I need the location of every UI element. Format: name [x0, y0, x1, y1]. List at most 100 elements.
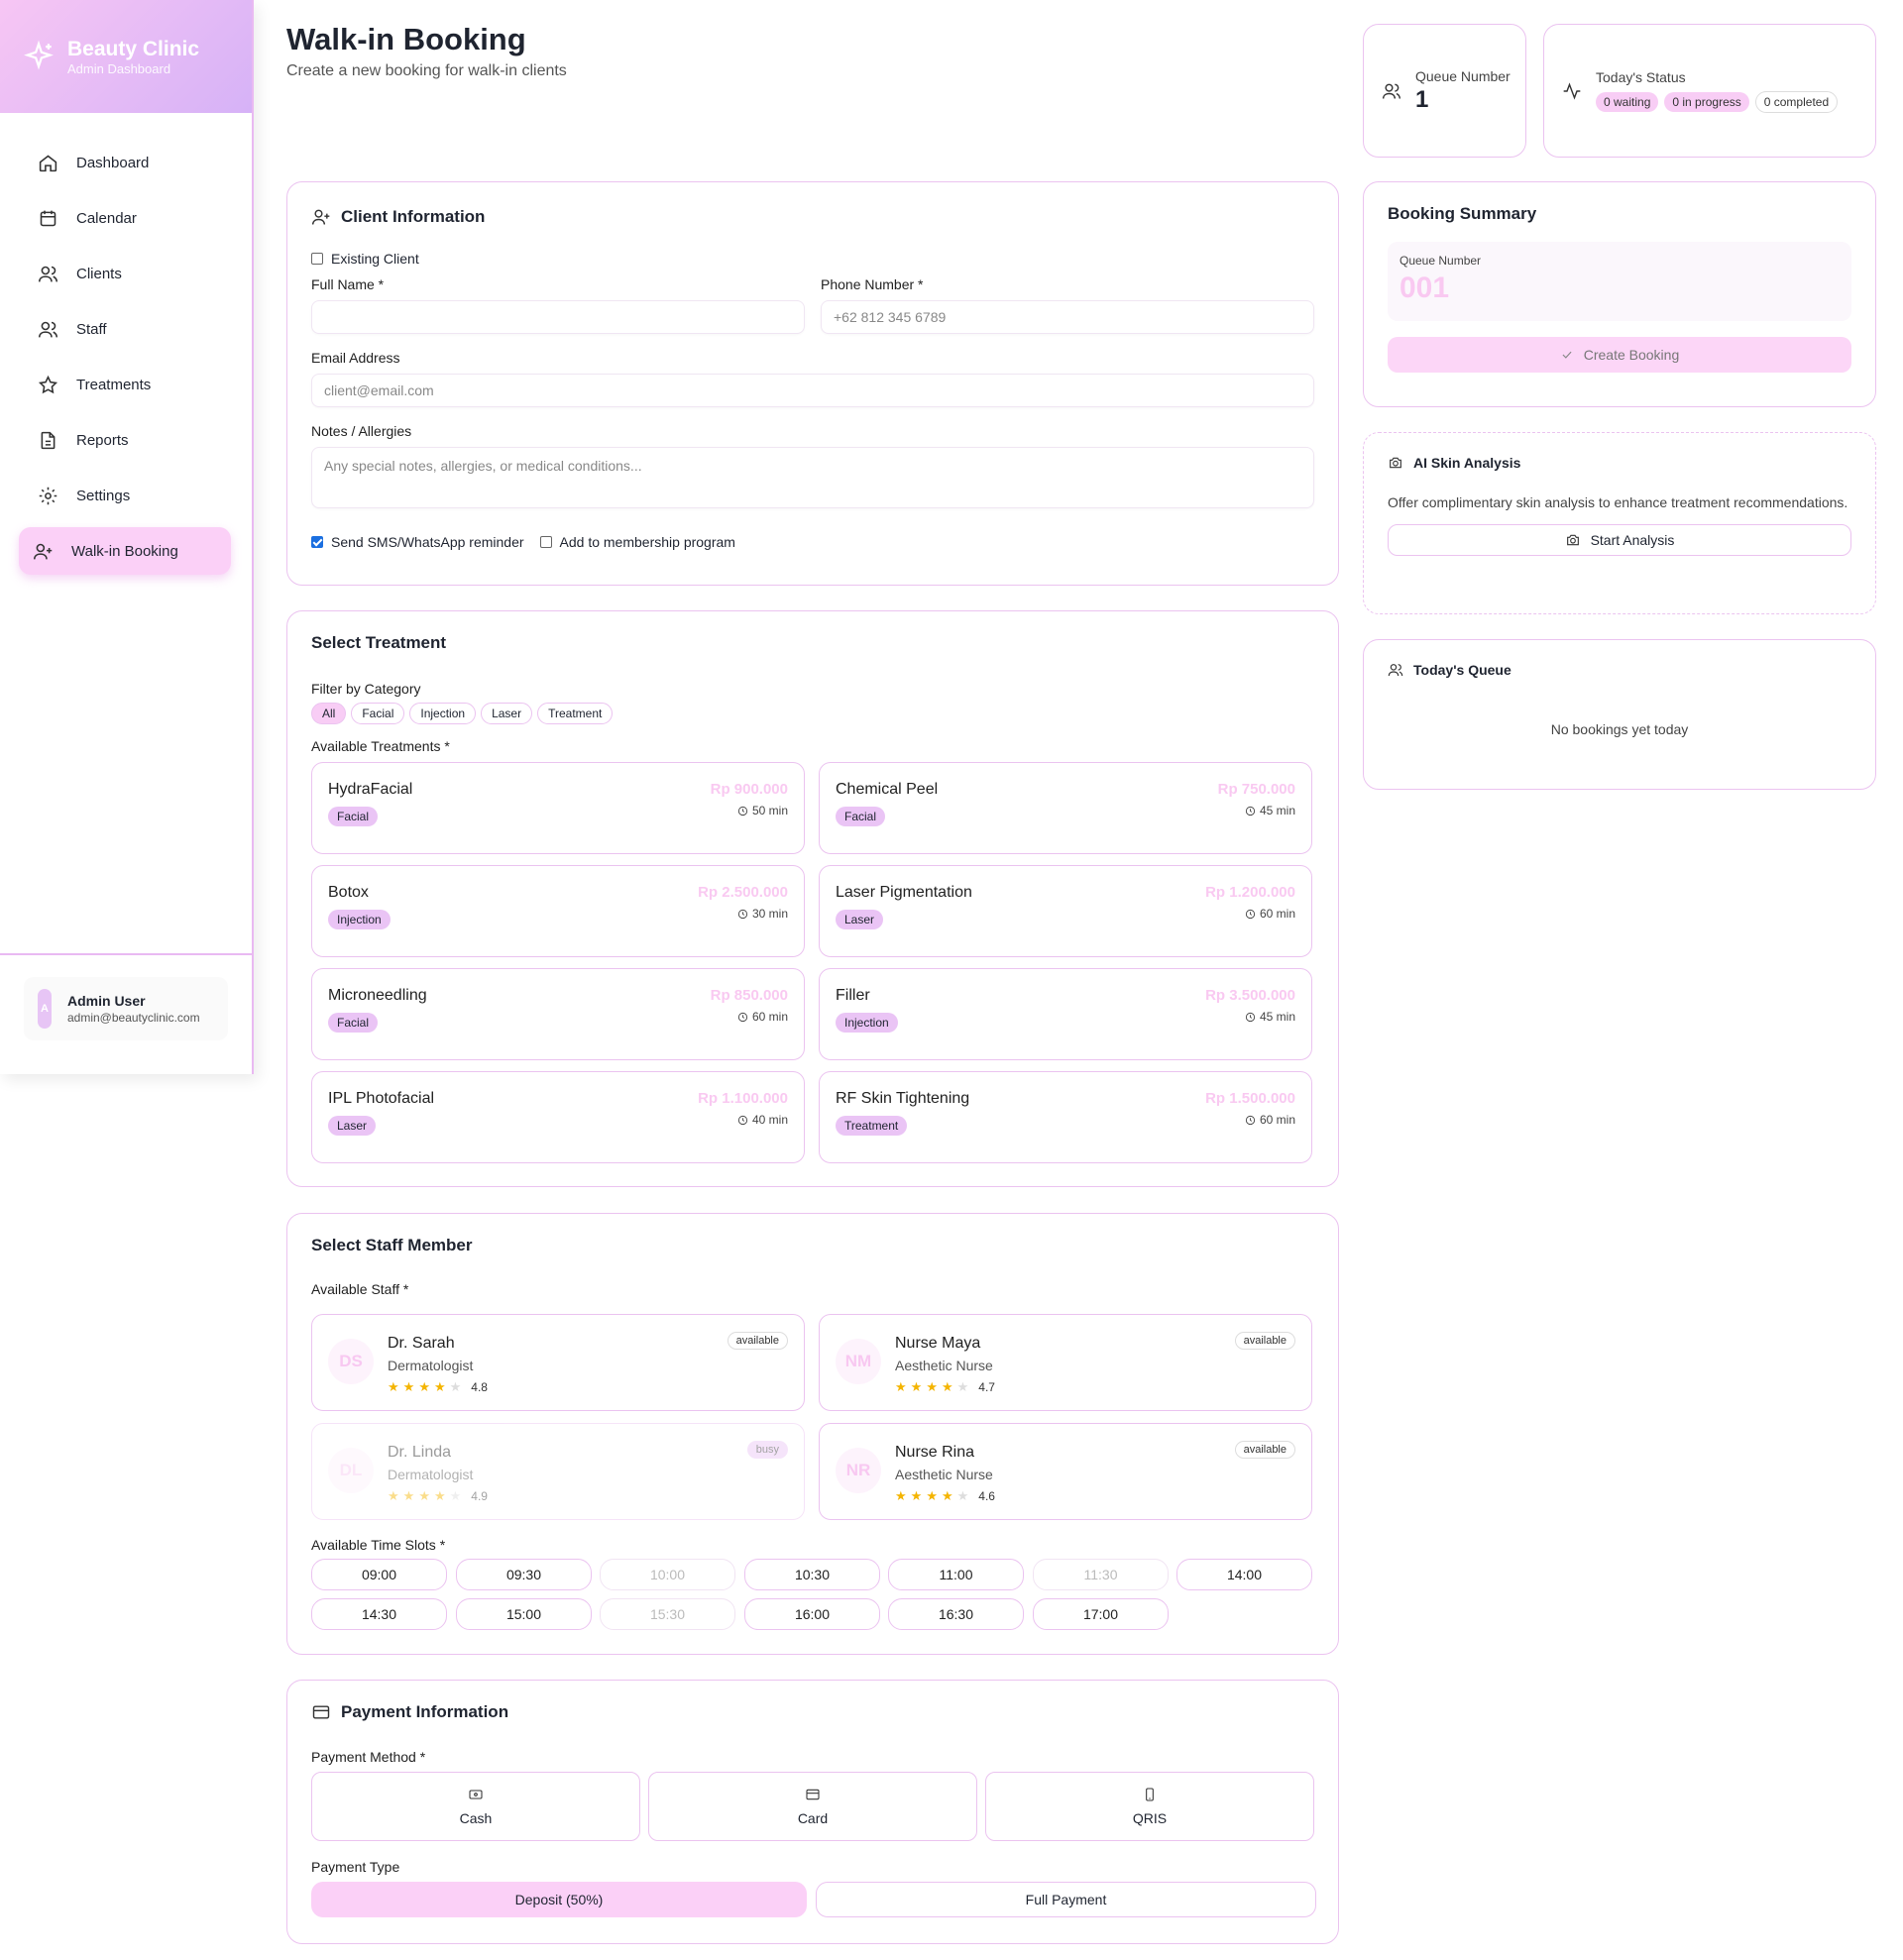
phone-icon — [1146, 1788, 1154, 1801]
queue-number-label: Queue Number — [1415, 67, 1511, 84]
today-status-label: Today's Status — [1596, 68, 1686, 85]
time-slot[interactable]: 09:30 — [456, 1559, 592, 1590]
sidebar-item-calendar[interactable]: Calendar — [20, 194, 232, 242]
activity-icon — [1563, 81, 1581, 100]
filter-chip-facial[interactable]: Facial — [351, 703, 405, 724]
filter-chip-treatment[interactable]: Treatment — [537, 703, 614, 724]
treatment-card[interactable]: RF Skin Tightening Treatment Rp 1.500.00… — [819, 1071, 1312, 1163]
status-badge: busy — [746, 1441, 788, 1459]
payment-method-qris[interactable]: QRIS — [985, 1772, 1314, 1841]
filter-chip-all[interactable]: All — [311, 703, 347, 724]
treatment-duration: 50 min — [737, 804, 788, 817]
sidebar-item-dashboard[interactable]: Dashboard — [20, 139, 232, 186]
start-analysis-button[interactable]: Start Analysis — [1388, 524, 1851, 556]
duration-text: 60 min — [1259, 907, 1295, 921]
treatment-tag: Facial — [328, 807, 379, 826]
star-icon: ★ — [449, 1379, 462, 1394]
star-icon: ★ — [895, 1488, 907, 1503]
staff-card[interactable]: NR Nurse Rina Aesthetic Nurse ★ ★ ★ ★ ★ 4.6 a… — [819, 1423, 1312, 1520]
available-treatments-label: Available Treatments * — [311, 738, 450, 754]
treatment-price: Rp 1.500.000 — [1205, 1090, 1295, 1107]
time-slot[interactable]: 14:30 — [311, 1598, 447, 1630]
client-information-title: Client Information — [311, 207, 1314, 227]
star-icon: ★ — [402, 1488, 415, 1503]
email-label: Email Address — [311, 350, 400, 366]
create-booking-button[interactable]: Create Booking — [1388, 337, 1851, 373]
booking-summary-card: Booking Summary Queue Number 001 Create … — [1363, 181, 1876, 407]
client-information-card: Client Information Existing Client Full … — [286, 181, 1339, 586]
treatment-price: Rp 900.000 — [710, 781, 788, 798]
sidebar-item-reports[interactable]: Reports — [20, 416, 232, 464]
time-slot[interactable]: 09:00 — [311, 1559, 447, 1590]
staff-name: Nurse Maya — [895, 1335, 981, 1352]
summary-queue-value: 001 — [1399, 272, 1450, 304]
staff-card[interactable]: DS Dr. Sarah Dermatologist ★ ★ ★ ★ ★ 4.8 avai… — [311, 1314, 805, 1411]
filter-label: Filter by Category — [311, 681, 421, 697]
sidebar-item-settings[interactable]: Settings — [20, 472, 232, 519]
membership-checkbox[interactable] — [539, 536, 552, 548]
available-staff-label: Available Staff * — [311, 1281, 409, 1297]
payment-type-deposit[interactable]: Deposit (50%) — [311, 1882, 807, 1917]
sidebar-item-treatments[interactable]: Treatments — [20, 361, 232, 408]
queue-number-value: 1 — [1415, 85, 1429, 113]
treatment-price: Rp 750.000 — [1217, 781, 1295, 798]
phone-input[interactable]: +62 812 345 6789 — [821, 300, 1314, 334]
time-slot[interactable]: 16:00 — [744, 1598, 880, 1630]
time-slot[interactable]: 10:30 — [744, 1559, 880, 1590]
treatment-card[interactable]: IPL Photofacial Laser Rp 1.100.000 40 mi… — [311, 1071, 805, 1163]
star-icon: ★ — [941, 1488, 953, 1503]
notes-textarea[interactable]: Any special notes, allergies, or medical… — [311, 447, 1314, 508]
sms-reminder-checkbox[interactable] — [311, 536, 323, 548]
sidebar-item-staff[interactable]: Staff — [20, 305, 232, 353]
treatment-card[interactable]: Botox Injection Rp 2.500.000 30 min — [311, 865, 805, 957]
payment-method-cash[interactable]: Cash — [311, 1772, 640, 1841]
rating-value: 4.8 — [471, 1380, 488, 1394]
star-icon: ★ — [956, 1488, 969, 1503]
credit-card-icon — [806, 1789, 820, 1800]
clock-icon — [737, 1115, 748, 1125]
payment-method-label: Card — [797, 1810, 829, 1826]
client-options-row: Send SMS/WhatsApp reminder Add to member… — [311, 534, 1314, 550]
time-slot[interactable]: 16:30 — [888, 1598, 1024, 1630]
sidebar-item-label: Settings — [76, 487, 131, 504]
status-badge-waiting: 0 waiting — [1596, 91, 1659, 112]
ai-skin-analysis-description: Offer complimentary skin analysis to enh… — [1388, 494, 1848, 510]
filter-chip-laser[interactable]: Laser — [481, 703, 533, 724]
payment-method-card[interactable]: Card — [648, 1772, 977, 1841]
treatment-card[interactable]: Microneedling Facial Rp 850.000 60 min — [311, 968, 805, 1060]
time-slot[interactable]: 17:00 — [1033, 1598, 1169, 1630]
user-plus-icon — [311, 209, 330, 225]
treatment-card[interactable]: Laser Pigmentation Laser Rp 1.200.000 60… — [819, 865, 1312, 957]
treatment-card[interactable]: Chemical Peel Facial Rp 750.000 45 min — [819, 762, 1312, 854]
staff-name: Nurse Rina — [895, 1444, 975, 1461]
email-input[interactable]: client@email.com — [311, 374, 1314, 407]
full-name-label: Full Name * — [311, 276, 385, 292]
full-name-group: Full Name * — [311, 276, 805, 334]
star-icon: ★ — [433, 1488, 446, 1503]
time-slot[interactable]: 15:00 — [456, 1598, 592, 1630]
time-slot[interactable]: 11:00 — [888, 1559, 1024, 1590]
status-badge: available — [1234, 1332, 1295, 1350]
brand-header: Beauty Clinic Admin Dashboard — [0, 0, 252, 113]
time-slot[interactable]: 14:00 — [1176, 1559, 1312, 1590]
sidebar-item-clients[interactable]: Clients — [20, 250, 232, 297]
create-booking-label: Create Booking — [1583, 347, 1680, 363]
existing-client-checkbox[interactable] — [311, 253, 323, 265]
clock-icon — [1245, 909, 1256, 919]
filter-chip-injection[interactable]: Injection — [409, 703, 477, 724]
sidebar: Beauty Clinic Admin Dashboard Dashboard … — [0, 0, 254, 1074]
staff-card[interactable]: NM Nurse Maya Aesthetic Nurse ★ ★ ★ ★ ★ 4.7 a… — [819, 1314, 1312, 1411]
full-name-input[interactable] — [311, 300, 805, 334]
star-icon: ★ — [910, 1379, 923, 1394]
payment-type-full[interactable]: Full Payment — [816, 1882, 1316, 1917]
treatment-card[interactable]: Filler Injection Rp 3.500.000 45 min — [819, 968, 1312, 1060]
queue-number-card: Queue Number 1 — [1363, 24, 1526, 158]
treatment-card[interactable]: HydraFacial Facial Rp 900.000 50 min — [311, 762, 805, 854]
user-card[interactable]: A Admin User admin@beautyclinic.com — [24, 977, 228, 1040]
home-icon — [39, 155, 57, 171]
star-icon — [38, 375, 58, 393]
page-title: Walk-in Booking — [286, 22, 526, 56]
ai-skin-analysis-title: AI Skin Analysis — [1388, 455, 1851, 471]
sidebar-item-walk-in-booking[interactable]: Walk-in Booking — [19, 527, 231, 575]
user-name: Admin User — [67, 993, 146, 1009]
